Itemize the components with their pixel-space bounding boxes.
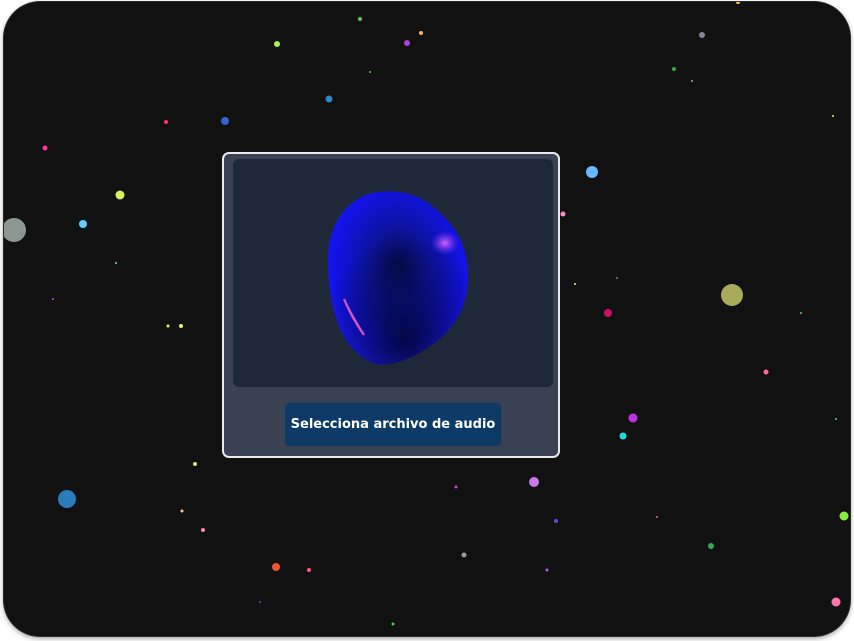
- particle: [763, 369, 769, 375]
- particle: [166, 324, 170, 328]
- particle: [831, 597, 841, 607]
- particle: [461, 552, 467, 558]
- particle: [358, 17, 362, 21]
- particle: [628, 413, 638, 423]
- particle: [672, 67, 676, 71]
- particle: [179, 324, 183, 328]
- particle: [4, 218, 26, 242]
- particle: [52, 298, 54, 300]
- particle: [560, 211, 566, 217]
- particle: [616, 277, 618, 279]
- particle: [832, 115, 834, 117]
- particle: [193, 462, 197, 466]
- particle: [708, 543, 714, 549]
- particle: [800, 312, 802, 314]
- particle: [721, 284, 743, 306]
- particle: [58, 490, 76, 508]
- particle: [259, 601, 261, 603]
- particle: [391, 622, 395, 626]
- particle: [554, 519, 558, 523]
- particle: [619, 432, 627, 440]
- particle: [272, 563, 280, 571]
- particle: [164, 120, 168, 124]
- audio-visualizer-card: Selecciona archivo de audio: [222, 152, 560, 458]
- particle: [307, 568, 311, 572]
- particle: [221, 117, 229, 125]
- particle: [699, 32, 705, 38]
- particle: [325, 95, 333, 103]
- particle: [656, 516, 658, 518]
- particle: [545, 568, 549, 572]
- particle: [419, 31, 423, 35]
- particle: [180, 509, 184, 513]
- particle: [691, 80, 693, 82]
- particle: [604, 309, 612, 317]
- audio-reactive-blob-icon: [328, 191, 469, 365]
- visualizer-viewport: [233, 159, 553, 387]
- particle: [404, 40, 410, 46]
- particle: [454, 485, 458, 489]
- particle: [79, 220, 87, 228]
- particle: [201, 528, 205, 532]
- particle: [586, 166, 598, 178]
- particle: [835, 418, 837, 420]
- particle: [274, 41, 280, 47]
- particle: [574, 283, 576, 285]
- particle: [529, 477, 539, 487]
- particle: [369, 71, 371, 73]
- particle: [115, 262, 117, 264]
- select-audio-file-button[interactable]: Selecciona archivo de audio: [285, 403, 501, 446]
- particle: [42, 145, 48, 151]
- particle: [839, 511, 849, 521]
- particle: [736, 2, 740, 4]
- app-window: Selecciona archivo de audio: [4, 2, 850, 636]
- particle: [115, 190, 125, 200]
